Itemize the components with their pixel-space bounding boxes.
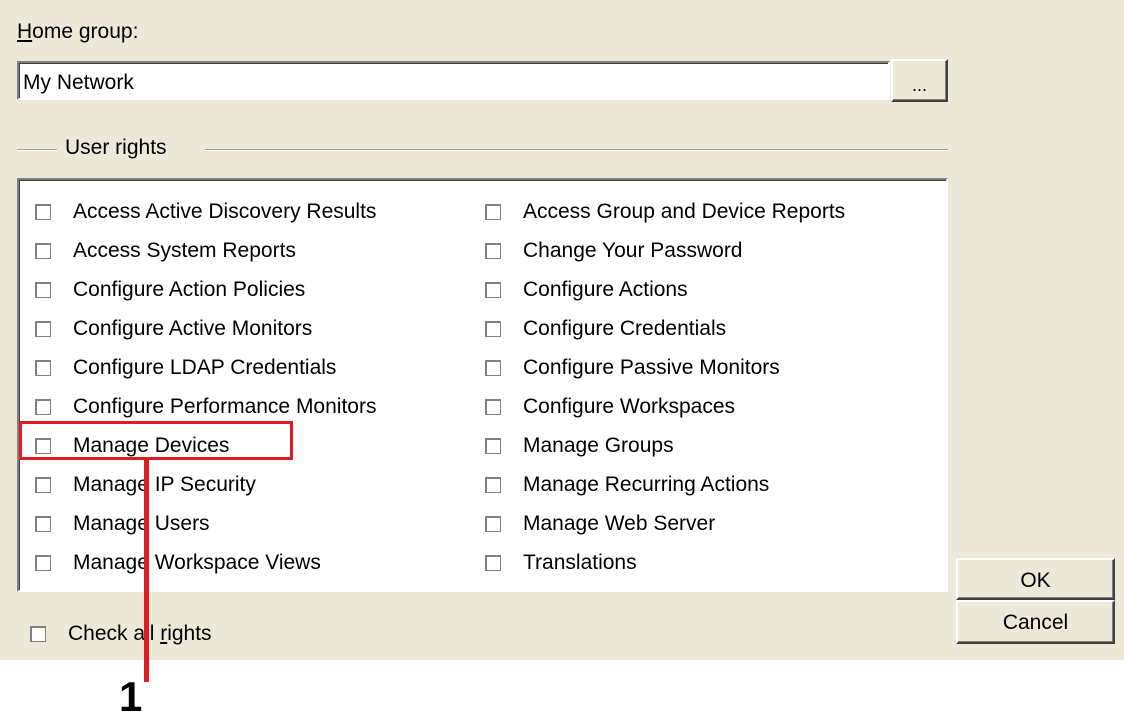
checkbox-icon[interactable] [485, 281, 501, 298]
right-label: Manage Groups [523, 433, 674, 457]
right-checkbox-manage-ip-security[interactable]: Manage IP Security [35, 465, 376, 504]
right-label: Manage Users [73, 511, 210, 535]
right-checkbox-translations[interactable]: Translations [485, 543, 845, 582]
rights-column-right: Access Group and Device Reports Change Yo… [485, 192, 845, 582]
right-checkbox-configure-action-policies[interactable]: Configure Action Policies [35, 270, 376, 309]
checkbox-icon[interactable] [485, 203, 501, 220]
right-checkbox-access-active-discovery-results[interactable]: Access Active Discovery Results [35, 192, 376, 231]
right-label: Access Group and Device Reports [523, 199, 846, 223]
right-checkbox-configure-credentials[interactable]: Configure Credentials [485, 309, 845, 348]
right-label: Manage Recurring Actions [523, 472, 770, 496]
checkbox-icon[interactable] [485, 359, 501, 376]
group-divider-left [17, 149, 57, 151]
checkbox-icon[interactable] [35, 515, 51, 532]
ok-button[interactable]: OK [956, 558, 1115, 600]
checkbox-icon[interactable] [30, 625, 46, 642]
callout-highlight-box [19, 421, 293, 460]
check-all-label-after: ights [167, 621, 212, 645]
right-checkbox-manage-workspace-views[interactable]: Manage Workspace Views [35, 543, 376, 582]
checkbox-icon[interactable] [485, 515, 501, 532]
right-checkbox-manage-recurring-actions[interactable]: Manage Recurring Actions [485, 465, 845, 504]
checkbox-icon[interactable] [35, 398, 51, 415]
right-label: Configure Active Monitors [73, 316, 313, 340]
right-checkbox-manage-users[interactable]: Manage Users [35, 504, 376, 543]
right-label: Configure Passive Monitors [523, 355, 780, 379]
right-label: Configure LDAP Credentials [73, 355, 337, 379]
right-label: Manage Workspace Views [73, 550, 321, 574]
right-checkbox-manage-web-server[interactable]: Manage Web Server [485, 504, 845, 543]
right-label: Configure Credentials [523, 316, 727, 340]
right-label: Access System Reports [73, 238, 296, 262]
right-label: Configure Performance Monitors [73, 394, 377, 418]
right-checkbox-configure-ldap-credentials[interactable]: Configure LDAP Credentials [35, 348, 376, 387]
callout-pointer-line [144, 460, 149, 682]
user-rights-group-label: User rights [65, 136, 167, 159]
right-label: Configure Actions [523, 277, 688, 301]
group-divider-right [205, 149, 948, 151]
right-checkbox-manage-groups[interactable]: Manage Groups [485, 426, 845, 465]
check-all-rights-checkbox[interactable]: Check all rights [30, 614, 212, 653]
home-group-label-access-key: H [17, 20, 33, 43]
check-all-rights-label: Check all rights [68, 622, 212, 646]
right-checkbox-configure-active-monitors[interactable]: Configure Active Monitors [35, 309, 376, 348]
checkbox-icon[interactable] [485, 437, 501, 454]
checkbox-icon[interactable] [485, 476, 501, 493]
home-group-label: Home group: [17, 20, 138, 44]
checkbox-icon[interactable] [35, 554, 51, 571]
checkbox-icon[interactable] [35, 242, 51, 259]
right-checkbox-configure-actions[interactable]: Configure Actions [485, 270, 845, 309]
checkbox-icon[interactable] [485, 320, 501, 337]
checkbox-icon[interactable] [35, 203, 51, 220]
checkbox-icon[interactable] [485, 398, 501, 415]
checkbox-icon[interactable] [35, 359, 51, 376]
checkbox-icon[interactable] [35, 476, 51, 493]
right-checkbox-access-group-and-device-reports[interactable]: Access Group and Device Reports [485, 192, 845, 231]
browse-home-group-button[interactable]: ... [891, 59, 948, 102]
checkbox-icon[interactable] [35, 320, 51, 337]
user-properties-dialog: Home group: My Network ... User rights A… [0, 0, 1124, 660]
home-group-input[interactable]: My Network [17, 61, 890, 100]
right-label: Manage IP Security [73, 472, 256, 496]
right-label: Configure Workspaces [523, 394, 736, 418]
right-label: Translations [523, 550, 637, 574]
right-label: Access Active Discovery Results [73, 199, 377, 223]
checkbox-icon[interactable] [485, 554, 501, 571]
checkbox-icon[interactable] [35, 281, 51, 298]
right-checkbox-change-your-password[interactable]: Change Your Password [485, 231, 845, 270]
cancel-button[interactable]: Cancel [956, 600, 1115, 644]
checkbox-icon[interactable] [485, 242, 501, 259]
user-rights-list: Access Active Discovery Results Access Sy… [17, 178, 948, 592]
home-group-label-text: ome group: [32, 20, 139, 43]
right-checkbox-configure-passive-monitors[interactable]: Configure Passive Monitors [485, 348, 845, 387]
right-checkbox-access-system-reports[interactable]: Access System Reports [35, 231, 376, 270]
right-label: Change Your Password [523, 238, 743, 262]
rights-column-left: Access Active Discovery Results Access Sy… [35, 192, 376, 582]
right-checkbox-configure-workspaces[interactable]: Configure Workspaces [485, 387, 845, 426]
right-label: Configure Action Policies [73, 277, 306, 301]
right-label: Manage Web Server [523, 511, 716, 535]
